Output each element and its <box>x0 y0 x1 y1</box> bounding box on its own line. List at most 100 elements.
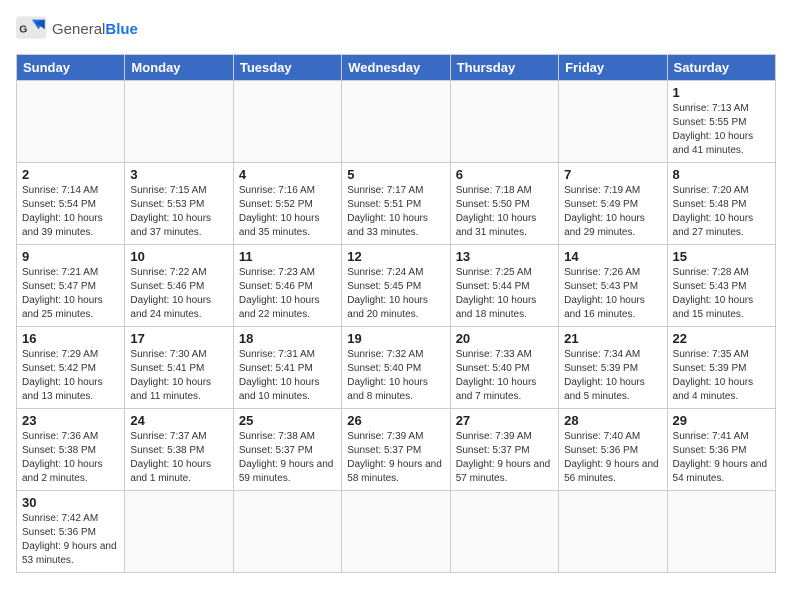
day-cell <box>125 81 233 163</box>
weekday-header-thursday: Thursday <box>450 55 558 81</box>
day-number: 18 <box>239 331 336 346</box>
day-info: Sunrise: 7:34 AM Sunset: 5:39 PM Dayligh… <box>564 348 661 404</box>
day-cell <box>17 81 125 163</box>
day-number: 7 <box>564 167 661 182</box>
day-number: 16 <box>22 331 119 346</box>
day-number: 2 <box>22 167 119 182</box>
day-info: Sunrise: 7:38 AM Sunset: 5:37 PM Dayligh… <box>239 430 336 486</box>
day-cell <box>450 491 558 573</box>
day-number: 17 <box>130 331 227 346</box>
day-number: 10 <box>130 249 227 264</box>
day-info: Sunrise: 7:40 AM Sunset: 5:36 PM Dayligh… <box>564 430 661 486</box>
svg-text:G: G <box>19 24 27 35</box>
day-number: 12 <box>347 249 444 264</box>
day-cell: 25 Sunrise: 7:38 AM Sunset: 5:37 PM Dayli… <box>233 409 341 491</box>
day-number: 20 <box>456 331 553 346</box>
day-number: 4 <box>239 167 336 182</box>
logo-general: General <box>52 21 105 38</box>
day-cell: 26 Sunrise: 7:39 AM Sunset: 5:37 PM Dayli… <box>342 409 450 491</box>
logo: G GeneralBlue <box>16 16 138 44</box>
day-cell: 8Sunrise: 7:20 AM Sunset: 5:48 PM Daylig… <box>667 163 775 245</box>
day-number: 21 <box>564 331 661 346</box>
day-info: Sunrise: 7:39 AM Sunset: 5:37 PM Dayligh… <box>456 430 553 486</box>
day-cell: 16 Sunrise: 7:29 AM Sunset: 5:42 PM Dayli… <box>17 327 125 409</box>
day-number: 30 <box>22 495 119 510</box>
weekday-header-friday: Friday <box>559 55 667 81</box>
day-info: Sunrise: 7:37 AM Sunset: 5:38 PM Dayligh… <box>130 430 227 486</box>
day-info: Sunrise: 7:15 AM Sunset: 5:53 PM Dayligh… <box>130 184 227 240</box>
day-cell: 27 Sunrise: 7:39 AM Sunset: 5:37 PM Dayli… <box>450 409 558 491</box>
day-info: Sunrise: 7:23 AM Sunset: 5:46 PM Dayligh… <box>239 266 336 322</box>
day-cell <box>342 491 450 573</box>
day-info: Sunrise: 7:21 AM Sunset: 5:47 PM Dayligh… <box>22 266 119 322</box>
day-cell: 23Sunrise: 7:36 AM Sunset: 5:38 PM Dayli… <box>17 409 125 491</box>
day-cell: 17 Sunrise: 7:30 AM Sunset: 5:41 PM Dayli… <box>125 327 233 409</box>
day-info: Sunrise: 7:33 AM Sunset: 5:40 PM Dayligh… <box>456 348 553 404</box>
day-cell: 29Sunrise: 7:41 AM Sunset: 5:36 PM Dayli… <box>667 409 775 491</box>
day-number: 27 <box>456 413 553 428</box>
day-cell: 12 Sunrise: 7:24 AM Sunset: 5:45 PM Dayli… <box>342 245 450 327</box>
day-info: Sunrise: 7:16 AM Sunset: 5:52 PM Dayligh… <box>239 184 336 240</box>
day-number: 19 <box>347 331 444 346</box>
day-info: Sunrise: 7:30 AM Sunset: 5:41 PM Dayligh… <box>130 348 227 404</box>
day-cell <box>342 81 450 163</box>
day-number: 22 <box>673 331 770 346</box>
day-number: 5 <box>347 167 444 182</box>
header: G GeneralBlue <box>16 16 776 44</box>
day-cell <box>233 491 341 573</box>
day-info: Sunrise: 7:29 AM Sunset: 5:42 PM Dayligh… <box>22 348 119 404</box>
day-number: 3 <box>130 167 227 182</box>
day-number: 14 <box>564 249 661 264</box>
day-number: 9 <box>22 249 119 264</box>
day-number: 25 <box>239 413 336 428</box>
day-info: Sunrise: 7:39 AM Sunset: 5:37 PM Dayligh… <box>347 430 444 486</box>
day-cell: 2Sunrise: 7:14 AM Sunset: 5:54 PM Daylig… <box>17 163 125 245</box>
day-info: Sunrise: 7:20 AM Sunset: 5:48 PM Dayligh… <box>673 184 770 240</box>
day-info: Sunrise: 7:22 AM Sunset: 5:46 PM Dayligh… <box>130 266 227 322</box>
weekday-header-saturday: Saturday <box>667 55 775 81</box>
day-cell: 6Sunrise: 7:18 AM Sunset: 5:50 PM Daylig… <box>450 163 558 245</box>
day-number: 26 <box>347 413 444 428</box>
day-info: Sunrise: 7:35 AM Sunset: 5:39 PM Dayligh… <box>673 348 770 404</box>
day-cell: 28 Sunrise: 7:40 AM Sunset: 5:36 PM Dayli… <box>559 409 667 491</box>
day-info: Sunrise: 7:32 AM Sunset: 5:40 PM Dayligh… <box>347 348 444 404</box>
day-cell: 20 Sunrise: 7:33 AM Sunset: 5:40 PM Dayli… <box>450 327 558 409</box>
week-row-1: 1Sunrise: 7:13 AM Sunset: 5:55 PM Daylig… <box>17 81 776 163</box>
day-number: 28 <box>564 413 661 428</box>
day-number: 6 <box>456 167 553 182</box>
weekday-header-tuesday: Tuesday <box>233 55 341 81</box>
day-number: 24 <box>130 413 227 428</box>
day-info: Sunrise: 7:41 AM Sunset: 5:36 PM Dayligh… <box>673 430 770 486</box>
week-row-6: 30 Sunrise: 7:42 AM Sunset: 5:36 PM Dayli… <box>17 491 776 573</box>
day-info: Sunrise: 7:24 AM Sunset: 5:45 PM Dayligh… <box>347 266 444 322</box>
day-info: Sunrise: 7:26 AM Sunset: 5:43 PM Dayligh… <box>564 266 661 322</box>
day-info: Sunrise: 7:25 AM Sunset: 5:44 PM Dayligh… <box>456 266 553 322</box>
weekday-header-monday: Monday <box>125 55 233 81</box>
day-cell <box>233 81 341 163</box>
week-row-2: 2Sunrise: 7:14 AM Sunset: 5:54 PM Daylig… <box>17 163 776 245</box>
week-row-4: 16 Sunrise: 7:29 AM Sunset: 5:42 PM Dayli… <box>17 327 776 409</box>
weekday-header-wednesday: Wednesday <box>342 55 450 81</box>
weekday-header-sunday: Sunday <box>17 55 125 81</box>
day-number: 1 <box>673 85 770 100</box>
day-cell: 7Sunrise: 7:19 AM Sunset: 5:49 PM Daylig… <box>559 163 667 245</box>
day-cell: 13 Sunrise: 7:25 AM Sunset: 5:44 PM Dayli… <box>450 245 558 327</box>
day-info: Sunrise: 7:17 AM Sunset: 5:51 PM Dayligh… <box>347 184 444 240</box>
logo-icon: G <box>16 16 48 44</box>
day-cell: 11 Sunrise: 7:23 AM Sunset: 5:46 PM Dayli… <box>233 245 341 327</box>
day-cell <box>559 81 667 163</box>
logo-blue: Blue <box>105 21 138 38</box>
day-cell: 22 Sunrise: 7:35 AM Sunset: 5:39 PM Dayli… <box>667 327 775 409</box>
day-cell <box>667 491 775 573</box>
day-cell <box>450 81 558 163</box>
day-cell: 5 Sunrise: 7:17 AM Sunset: 5:51 PM Daylig… <box>342 163 450 245</box>
day-cell: 24 Sunrise: 7:37 AM Sunset: 5:38 PM Dayli… <box>125 409 233 491</box>
day-info: Sunrise: 7:28 AM Sunset: 5:43 PM Dayligh… <box>673 266 770 322</box>
day-number: 11 <box>239 249 336 264</box>
day-number: 13 <box>456 249 553 264</box>
day-info: Sunrise: 7:42 AM Sunset: 5:36 PM Dayligh… <box>22 512 119 568</box>
week-row-3: 9 Sunrise: 7:21 AM Sunset: 5:47 PM Daylig… <box>17 245 776 327</box>
day-cell: 30 Sunrise: 7:42 AM Sunset: 5:36 PM Dayli… <box>17 491 125 573</box>
day-cell: 15Sunrise: 7:28 AM Sunset: 5:43 PM Dayli… <box>667 245 775 327</box>
day-cell: 10 Sunrise: 7:22 AM Sunset: 5:46 PM Dayli… <box>125 245 233 327</box>
